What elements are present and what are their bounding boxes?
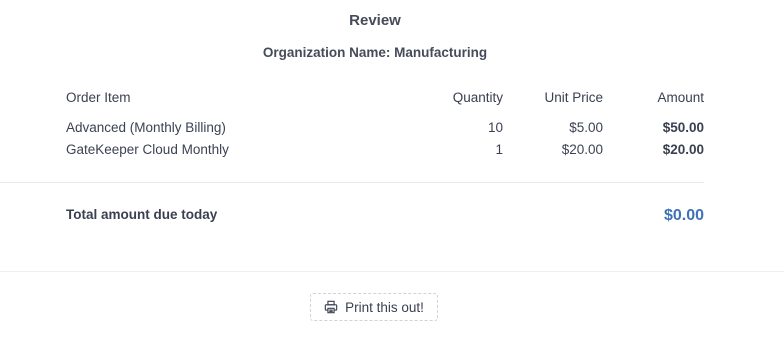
- printer-icon: [324, 300, 338, 314]
- row-item: GateKeeper Cloud Monthly: [66, 142, 229, 157]
- table-divider: [0, 182, 704, 183]
- row-quantity: 1: [495, 142, 503, 157]
- print-button-label: Print this out!: [345, 299, 424, 315]
- table-row: GateKeeper Cloud Monthly 1 $20.00 $20.00: [66, 142, 704, 162]
- header-unit-price: Unit Price: [544, 90, 603, 105]
- total-value: $0.00: [663, 207, 704, 224]
- review-page: Review Organization Name: Manufacturing …: [0, 0, 784, 364]
- organization-label: Organization Name:: [262, 45, 391, 60]
- row-item: Advanced (Monthly Billing): [66, 120, 226, 135]
- total-label: Total amount due today: [66, 207, 218, 222]
- header-order-item: Order Item: [66, 90, 131, 105]
- table-row: Advanced (Monthly Billing) 10 $5.00 $50.…: [66, 120, 704, 140]
- row-amount: $50.00: [662, 120, 704, 135]
- row-unit-price: $5.00: [569, 120, 603, 135]
- section-divider: [0, 271, 784, 272]
- organization-value: Manufacturing: [394, 45, 488, 60]
- row-unit-price: $20.00: [561, 142, 603, 157]
- row-quantity: 10: [487, 120, 503, 135]
- page-title: Review: [349, 12, 401, 29]
- print-button[interactable]: Print this out!: [310, 293, 438, 321]
- organization-name: Organization Name: Manufacturing: [0, 45, 750, 60]
- table-header: Order Item Quantity Unit Price Amount: [66, 90, 704, 110]
- header-amount: Amount: [657, 90, 704, 105]
- row-amount: $20.00: [662, 142, 704, 157]
- header-quantity: Quantity: [452, 90, 503, 105]
